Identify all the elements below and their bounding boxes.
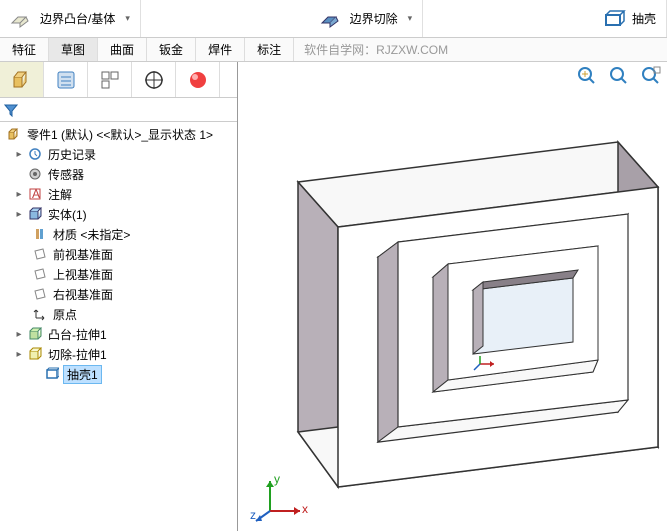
svg-text:A: A xyxy=(32,187,40,201)
panel-tab-appearance[interactable] xyxy=(176,62,220,97)
3d-viewport[interactable]: y x z xyxy=(238,62,667,531)
tree-label: 材质 <未指定> xyxy=(51,226,132,243)
expander-icon: ▸ xyxy=(14,209,24,220)
spacer xyxy=(423,0,592,37)
expander-icon: ▸ xyxy=(14,149,24,160)
tab-label: 草图 xyxy=(61,41,85,58)
material-icon xyxy=(32,226,48,242)
spacer xyxy=(141,0,310,37)
tab-sheetmetal[interactable]: 钣金 xyxy=(147,38,196,61)
tab-sketch[interactable]: 草图 xyxy=(49,38,98,61)
panel-tab-feature-tree[interactable] xyxy=(0,62,44,97)
panel-tab-property[interactable] xyxy=(44,62,88,97)
orientation-triad[interactable]: y x z xyxy=(250,475,310,523)
cut-icon xyxy=(27,346,43,362)
tree-label: 历史记录 xyxy=(46,146,98,163)
tree-solid[interactable]: ▸ 实体(1) xyxy=(2,204,237,224)
expander-icon: ▸ xyxy=(14,329,24,340)
plane-icon xyxy=(32,266,48,282)
solid-icon xyxy=(27,206,43,222)
feature-tree-panel: 零件1 (默认) <<默认>_显示状态 1> ▸ 历史记录 传感器 ▸ A 注解… xyxy=(0,62,238,531)
tree-label: 凸台-拉伸1 xyxy=(46,326,109,343)
part-icon xyxy=(6,126,22,142)
tree-front-plane[interactable]: 前视基准面 xyxy=(2,244,237,264)
shell-icon xyxy=(602,9,626,29)
tree-label: 切除-拉伸1 xyxy=(46,346,109,363)
tree-cut-extrude[interactable]: ▸ 切除-拉伸1 xyxy=(2,344,237,364)
annotation-icon: A xyxy=(27,186,43,202)
boundary-boss-label: 边界凸台/基体 xyxy=(40,10,115,27)
tab-label: 曲面 xyxy=(110,41,134,58)
boundary-boss-icon xyxy=(10,9,34,29)
tree-history[interactable]: ▸ 历史记录 xyxy=(2,144,237,164)
funnel-icon xyxy=(4,103,18,117)
boundary-boss-button[interactable]: 边界凸台/基体 ▾ xyxy=(0,0,141,37)
history-icon xyxy=(27,146,43,162)
boss-icon xyxy=(27,326,43,342)
axis-y-label: y xyxy=(274,475,280,486)
tab-label: 特征 xyxy=(12,41,36,58)
tree-right-plane[interactable]: 右视基准面 xyxy=(2,284,237,304)
zoom-prev-button[interactable] xyxy=(639,64,663,88)
shell-icon xyxy=(44,366,60,382)
tree-annotations[interactable]: ▸ A 注解 xyxy=(2,184,237,204)
view-tools xyxy=(575,64,663,88)
tree-label: 实体(1) xyxy=(46,206,89,223)
tree-origin[interactable]: 原点 xyxy=(2,304,237,324)
chevron-down-icon: ▾ xyxy=(125,13,130,24)
expander-icon: ▸ xyxy=(14,349,24,360)
tree-top-plane[interactable]: 上视基准面 xyxy=(2,264,237,284)
tree-root[interactable]: 零件1 (默认) <<默认>_显示状态 1> xyxy=(2,124,237,144)
tree-label: 上视基准面 xyxy=(51,266,115,283)
tree-filter[interactable] xyxy=(0,98,237,122)
main-area: 零件1 (默认) <<默认>_显示状态 1> ▸ 历史记录 传感器 ▸ A 注解… xyxy=(0,62,667,531)
tree-label: 抽壳1 xyxy=(63,365,102,384)
tree-label: 原点 xyxy=(51,306,79,323)
tree-material[interactable]: 材质 <未指定> xyxy=(2,224,237,244)
feature-tree: 零件1 (默认) <<默认>_显示状态 1> ▸ 历史记录 传感器 ▸ A 注解… xyxy=(0,122,237,531)
tree-shell[interactable]: 抽壳1 xyxy=(2,364,237,384)
panel-tabs xyxy=(0,62,237,98)
top-toolbar: 边界凸台/基体 ▾ 边界切除 ▾ 抽壳 xyxy=(0,0,667,38)
tab-label: 标注 xyxy=(257,41,281,58)
sensor-icon xyxy=(27,166,43,182)
tree-label: 前视基准面 xyxy=(51,246,115,263)
tab-surface[interactable]: 曲面 xyxy=(98,38,147,61)
chevron-down-icon: ▾ xyxy=(408,13,413,24)
boundary-cut-button[interactable]: 边界切除 ▾ xyxy=(310,0,424,37)
plane-icon xyxy=(32,246,48,262)
zoom-fit-button[interactable] xyxy=(575,64,599,88)
zoom-area-button[interactable] xyxy=(607,64,631,88)
boundary-cut-label: 边界切除 xyxy=(350,10,398,27)
tree-label: 注解 xyxy=(46,186,74,203)
tab-weldment[interactable]: 焊件 xyxy=(196,38,245,61)
panel-tab-dimexpert[interactable] xyxy=(132,62,176,97)
tab-label: 钣金 xyxy=(159,41,183,58)
tree-label: 右视基准面 xyxy=(51,286,115,303)
axis-x-label: x xyxy=(302,502,308,516)
tree-sensors[interactable]: 传感器 xyxy=(2,164,237,184)
shell-label: 抽壳 xyxy=(632,10,656,27)
tree-root-label: 零件1 (默认) <<默认>_显示状态 1> xyxy=(25,126,215,143)
command-tabs: 特征 草图 曲面 钣金 焊件 标注 软件自学网：RJZXW.COM xyxy=(0,38,667,62)
boundary-cut-icon xyxy=(320,9,344,29)
plane-icon xyxy=(32,286,48,302)
tree-label: 传感器 xyxy=(46,166,86,183)
tab-feature[interactable]: 特征 xyxy=(0,38,49,61)
expander-icon: ▸ xyxy=(14,189,24,200)
orientation-triad-mini xyxy=(472,354,502,374)
tree-boss-extrude[interactable]: ▸ 凸台-拉伸1 xyxy=(2,324,237,344)
axis-z-label: z xyxy=(250,508,256,522)
watermark-text: 软件自学网：RJZXW.COM xyxy=(304,41,448,58)
origin-icon xyxy=(32,306,48,322)
tab-annotation[interactable]: 标注 xyxy=(245,38,294,61)
tab-label: 焊件 xyxy=(208,41,232,58)
panel-tab-config[interactable] xyxy=(88,62,132,97)
3d-model xyxy=(248,92,667,512)
shell-button[interactable]: 抽壳 xyxy=(592,0,667,37)
